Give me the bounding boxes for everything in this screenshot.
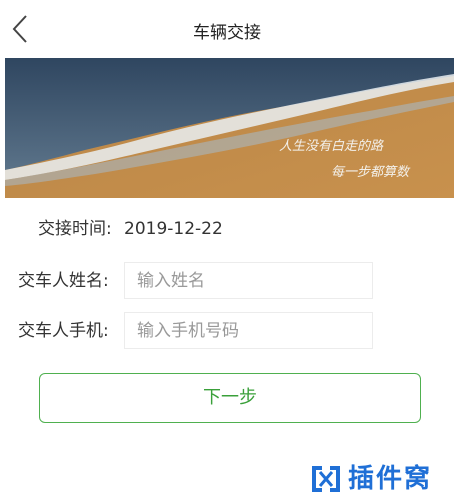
plugin-logo-icon — [312, 466, 340, 492]
name-row: 交车人姓名: — [0, 261, 454, 301]
next-step-button[interactable]: 下一步 — [39, 373, 421, 423]
phone-row: 交车人手机: — [0, 311, 454, 351]
beach-banner-image: 人生没有白走的路 每一步都算数 — [5, 58, 454, 198]
handover-time-row: 交接时间: 2019-12-22 — [0, 209, 454, 249]
phone-label: 交车人手机: — [18, 321, 109, 341]
banner-poem-line1: 人生没有白走的路 — [279, 139, 384, 154]
name-input[interactable] — [124, 262, 373, 299]
page-title: 车辆交接 — [193, 23, 261, 43]
watermark-logo: 插件窝 — [310, 462, 454, 496]
phone-input[interactable] — [124, 312, 373, 349]
header-bar: 车辆交接 — [0, 0, 454, 58]
watermark-text: 插件窝 — [348, 464, 433, 494]
handover-time-value: 2019-12-22 — [124, 219, 223, 239]
name-label: 交车人姓名: — [18, 271, 109, 291]
handover-time-label: 交接时间: — [38, 219, 112, 239]
banner-poem-line2: 每一步都算数 — [331, 165, 411, 180]
